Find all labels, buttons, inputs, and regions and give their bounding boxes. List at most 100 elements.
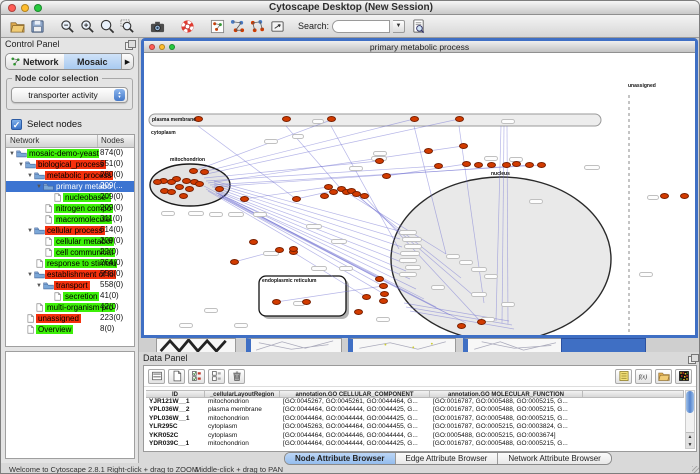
network-node[interactable] [525,162,534,168]
camera-icon[interactable] [147,17,167,35]
tree-row[interactable]: ▼primary metabo209(... [6,181,134,192]
network-node[interactable] [379,298,388,304]
network-node[interactable] [455,116,464,122]
table-row[interactable]: YPL036W__1mitochondrion[GO:0044464, GO:0… [146,415,684,423]
tree-row[interactable]: ▼establishment of lo558(0) [6,269,134,280]
table-column-header[interactable]: ID [146,391,205,397]
tab-network[interactable]: Network [6,54,64,69]
network-node[interactable] [410,116,419,122]
network-node[interactable] [424,148,433,154]
network-node[interactable] [200,169,209,175]
scrollbar-thumb[interactable] [686,391,694,413]
table-row[interactable]: YLR295Ccytoplasm[GO:0045263, GO:0044464,… [146,423,684,431]
layout-blue-icon[interactable] [227,17,247,35]
network-node[interactable] [457,323,466,329]
network-node[interactable] [459,143,468,149]
tree-row[interactable]: nitrogen compo209(0) [6,203,134,214]
network-node[interactable] [680,193,689,199]
network-node[interactable] [502,162,511,168]
network-node[interactable] [230,259,239,265]
tree-row[interactable]: multi-organism pro42(0) [6,302,134,313]
network-node[interactable] [320,193,329,199]
network-node[interactable] [215,186,224,192]
annotation-icon[interactable] [267,17,287,35]
table-row[interactable]: YDR039C__1mitochondrion[GO:0044464, GO:0… [146,440,684,448]
background-frame-thumbnail[interactable] [156,338,236,352]
tab-node-attribute-browser[interactable]: Node Attribute Browser [285,453,396,464]
network-node[interactable] [477,319,486,325]
search-input[interactable] [332,20,390,33]
network-node[interactable] [240,196,249,202]
tree-row[interactable]: Overview8(0) [6,324,134,335]
zoom-out-icon[interactable] [57,17,77,35]
zoom-fit-icon[interactable] [97,17,117,35]
network-node[interactable] [434,163,443,169]
table-column-header[interactable]: annotation.GO MOLECULAR_FUNCTION [430,391,583,397]
network-node[interactable] [362,294,371,300]
tree-row[interactable]: nucleobase-209(0) [6,192,134,203]
network-node[interactable] [292,196,301,202]
help-lifesaver-icon[interactable] [177,17,197,35]
network-node[interactable] [167,189,176,195]
control-panel-float-icon[interactable] [125,40,134,49]
table-scrollbar[interactable]: ▲▼ [685,390,695,449]
network-canvas[interactable]: plasma membranecytoplasmmitochondrionnuc… [144,53,695,335]
network-node[interactable] [167,179,176,185]
network-node[interactable] [354,309,363,315]
tree-row[interactable]: ▼biological_process651(0) [6,159,134,170]
data-panel-float-icon[interactable] [688,354,697,363]
network-node[interactable] [282,116,291,122]
search-dropdown-icon[interactable]: ▼ [393,20,405,33]
network-node[interactable] [289,246,298,252]
scrollbar-arrows-icon[interactable]: ▲▼ [686,432,694,448]
table-row[interactable]: YJR121W__1mitochondrion[GO:0045267, GO:0… [146,398,684,406]
select-nodes-checkbox[interactable]: ✓ [11,119,22,130]
heatmap-icon[interactable] [675,369,692,384]
network-node[interactable] [327,116,336,122]
tab-edge-attribute-browser[interactable]: Edge Attribute Browser [396,453,499,464]
save-icon[interactable] [27,17,47,35]
network-node[interactable] [360,193,369,199]
layout-red-icon[interactable] [247,17,267,35]
network-node[interactable] [379,283,388,289]
disclosure-triangle-icon[interactable]: ▼ [26,228,34,234]
tab-mosaic[interactable]: Mosaic [64,54,122,69]
network-frame-titlebar[interactable]: primary metabolic process [144,41,695,53]
network-node[interactable] [375,276,384,282]
search-config-icon[interactable] [408,17,428,35]
network-frame[interactable]: primary metabolic process plasma membran… [141,38,698,338]
tree-row[interactable]: ▼mosaic-demo-yeast874(0) [6,148,134,159]
resize-grip[interactable] [692,466,700,474]
network-node[interactable] [275,247,284,253]
network-node[interactable] [153,179,162,185]
tab-overflow-arrow-icon[interactable]: ▶ [121,54,133,69]
background-frame[interactable] [348,338,456,352]
network-node[interactable] [175,184,184,190]
tree-row[interactable]: ▼cellular process614(0) [6,225,134,236]
tree-row[interactable]: unassigned223(0) [6,313,134,324]
table-column-header[interactable]: annotation.GO CELLULAR_COMPONENT [280,391,430,397]
network-node[interactable] [375,158,384,164]
network-node[interactable] [195,181,204,187]
disclosure-triangle-icon[interactable]: ▼ [35,184,43,190]
disclosure-triangle-icon[interactable]: ▼ [26,272,34,278]
import-attributes-icon[interactable] [655,369,672,384]
tree-row[interactable]: ▼metabolic process280(0) [6,170,134,181]
background-frame-edge[interactable] [561,338,646,352]
open-folder-icon[interactable] [7,17,27,35]
delete-attribute-icon[interactable] [228,369,245,384]
network-node[interactable] [512,161,521,167]
network-node[interactable] [189,168,198,174]
network-node[interactable] [487,162,496,168]
network-node[interactable] [179,193,188,199]
tree-row[interactable]: macromolecule311(0) [6,214,134,225]
network-node[interactable] [185,186,194,192]
network-node[interactable] [660,193,669,199]
network-node[interactable] [462,161,471,167]
tree-row[interactable]: cell communicat22(0) [6,247,134,258]
tree-row[interactable]: response to stimulu264(0) [6,258,134,269]
network-node[interactable] [382,173,391,179]
network-node[interactable] [537,162,546,168]
tab-network-attribute-browser[interactable]: Network Attribute Browser [498,453,610,464]
new-attribute-icon[interactable] [168,369,185,384]
